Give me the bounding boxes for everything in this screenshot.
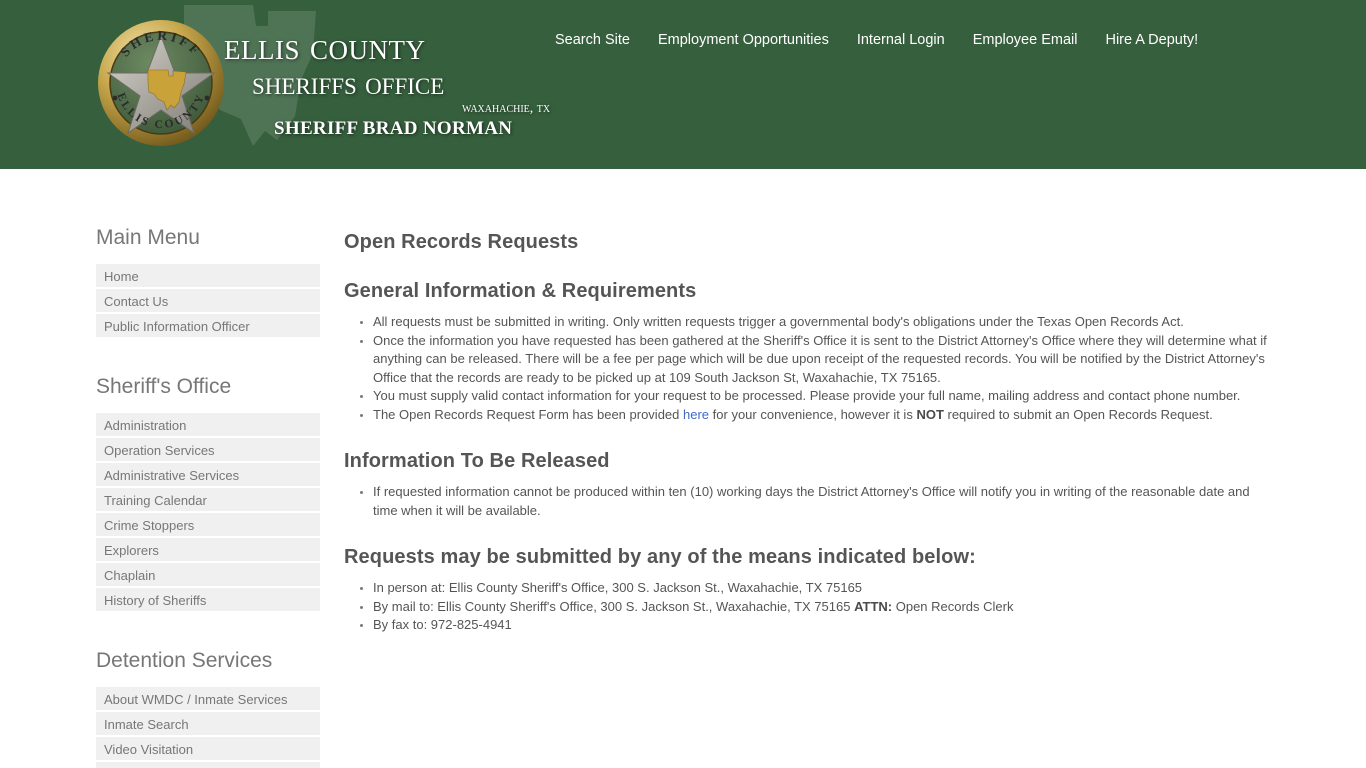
sidebar-item-label[interactable]: TouchPay [96, 762, 320, 768]
site-header: SHERIFF ELLIS COUNTY Ellis County Sherif… [0, 0, 1366, 169]
sidebar-item-about-wmdc[interactable]: About WMDC / Inmate Services [96, 687, 320, 712]
list-item-text: The Open Records Request Form has been p… [373, 406, 684, 422]
sidebar-group-title-detention-services: Detention Services [96, 649, 273, 672]
nav-search-site[interactable]: Search Site [555, 32, 630, 48]
list-item: You must supply valid contact informatio… [360, 387, 1269, 406]
list-item-text: for your convenience, however it is [709, 406, 917, 422]
page-title: Open Records Requests [344, 231, 579, 253]
section-heading-submission-means: Requests may be submitted by any of the … [344, 546, 976, 568]
list-item-text: required to submit an Open Records Reque… [943, 406, 1213, 422]
sidebar-item-inmate-search[interactable]: Inmate Search [96, 712, 320, 737]
list-item-text: You must supply valid contact informatio… [373, 388, 1241, 403]
section-heading-information-to-be-released: Information To Be Released [344, 450, 610, 472]
sidebar-list-main-menu: Home Contact Us Public Information Offic… [96, 264, 320, 339]
brand-block[interactable]: SHERIFF ELLIS COUNTY Ellis County Sherif… [96, 6, 550, 156]
sidebar-group-title-sheriffs-office: Sheriff's Office [96, 375, 232, 398]
sidebar-list-sheriffs-office: Administration Operation Services Admini… [96, 413, 320, 613]
list-item: In person at: Ellis County Sheriff's Off… [360, 579, 1269, 598]
header-inner: SHERIFF ELLIS COUNTY Ellis County Sherif… [0, 0, 1366, 169]
sidebar-item-label[interactable]: Contact Us [96, 289, 320, 314]
sidebar-item-chaplain[interactable]: Chaplain [96, 563, 320, 588]
sidebar-item-touchpay[interactable]: TouchPay [96, 762, 320, 768]
sidebar-item-label[interactable]: Administrative Services [96, 463, 320, 488]
list-item: By fax to: 972-825-4941 [360, 616, 1269, 635]
list-item-text: By mail to: Ellis County Sheriff's Offic… [373, 598, 855, 614]
section-heading-general-information: General Information & Requirements [344, 280, 697, 302]
sidebar-item-public-information-officer[interactable]: Public Information Officer [96, 314, 320, 339]
list-item: All requests must be submitted in writin… [360, 313, 1269, 332]
sidebar-item-label[interactable]: Inmate Search [96, 712, 320, 737]
emphasis-text: NOT [916, 406, 944, 422]
list-item: By mail to: Ellis County Sheriff's Offic… [360, 598, 1269, 617]
sidebar-item-training-calendar[interactable]: Training Calendar [96, 488, 320, 513]
page-body: Main Menu Home Contact Us Public Informa… [0, 169, 1366, 768]
sidebar-item-label[interactable]: About WMDC / Inmate Services [96, 687, 320, 712]
top-navigation: Search Site Employment Opportunities Int… [555, 32, 1198, 48]
sidebar-item-label[interactable]: Video Visitation [96, 737, 320, 762]
sidebar-item-label[interactable]: Administration [96, 413, 320, 438]
wordmark-line-sheriff-name: SHERIFF BRAD NORMAN [274, 118, 513, 139]
sidebar-item-administration[interactable]: Administration [96, 413, 320, 438]
sidebar-item-label[interactable]: Explorers [96, 538, 320, 563]
wordmark-line-office: Sheriffs Office [252, 66, 445, 102]
list-item: Once the information you have requested … [360, 332, 1269, 388]
section-list-information-to-be-released: If requested information cannot be produ… [344, 483, 1269, 520]
sidebar-item-label[interactable]: Chaplain [96, 563, 320, 588]
section-list-general-information: All requests must be submitted in writin… [344, 313, 1269, 424]
sidebar-item-administrative-services[interactable]: Administrative Services [96, 463, 320, 488]
emphasis-text: ATTN: [854, 598, 893, 614]
sidebar-item-label[interactable]: Crime Stoppers [96, 513, 320, 538]
sidebar: Main Menu Home Contact Us Public Informa… [96, 169, 320, 768]
list-item-text: Once the information you have requested … [373, 332, 1267, 385]
sidebar-item-home[interactable]: Home [96, 264, 320, 289]
sidebar-item-history-of-sheriffs[interactable]: History of Sheriffs [96, 588, 320, 613]
sidebar-item-explorers[interactable]: Explorers [96, 538, 320, 563]
sidebar-item-label[interactable]: Operation Services [96, 438, 320, 463]
sidebar-item-contact-us[interactable]: Contact Us [96, 289, 320, 314]
sidebar-list-detention-services: About WMDC / Inmate Services Inmate Sear… [96, 687, 320, 768]
sidebar-item-video-visitation[interactable]: Video Visitation [96, 737, 320, 762]
list-item: The Open Records Request Form has been p… [360, 406, 1269, 425]
sidebar-item-label[interactable]: Home [96, 264, 320, 289]
list-item-text: By fax to: 972-825-4941 [373, 617, 512, 632]
sidebar-item-label[interactable]: Training Calendar [96, 488, 320, 513]
sidebar-item-operation-services[interactable]: Operation Services [96, 438, 320, 463]
list-item: If requested information cannot be produ… [360, 483, 1269, 520]
wordmark-line-city: Waxahachie, Tx [462, 101, 551, 116]
list-item-text: If requested information cannot be produ… [373, 484, 1250, 518]
nav-internal-login[interactable]: Internal Login [857, 32, 945, 48]
list-item-text: In person at: Ellis County Sheriff's Off… [373, 580, 863, 595]
nav-employment-opportunities[interactable]: Employment Opportunities [658, 32, 829, 48]
main-content: Open Records Requests General Informatio… [344, 169, 1269, 635]
inline-link[interactable]: here [683, 407, 709, 422]
sheriff-badge-icon: SHERIFF ELLIS COUNTY [98, 20, 224, 146]
list-item-text: All requests must be submitted in writin… [373, 314, 1184, 329]
sidebar-item-label[interactable]: Public Information Officer [96, 314, 320, 339]
section-list-submission-means: In person at: Ellis County Sheriff's Off… [344, 579, 1269, 635]
sidebar-item-crime-stoppers[interactable]: Crime Stoppers [96, 513, 320, 538]
nav-hire-a-deputy[interactable]: Hire A Deputy! [1105, 32, 1198, 48]
sidebar-group-title-main-menu: Main Menu [96, 226, 200, 249]
nav-employee-email[interactable]: Employee Email [973, 32, 1078, 48]
list-item-text: Open Records Clerk [892, 598, 1014, 614]
sidebar-item-label[interactable]: History of Sheriffs [96, 588, 320, 613]
